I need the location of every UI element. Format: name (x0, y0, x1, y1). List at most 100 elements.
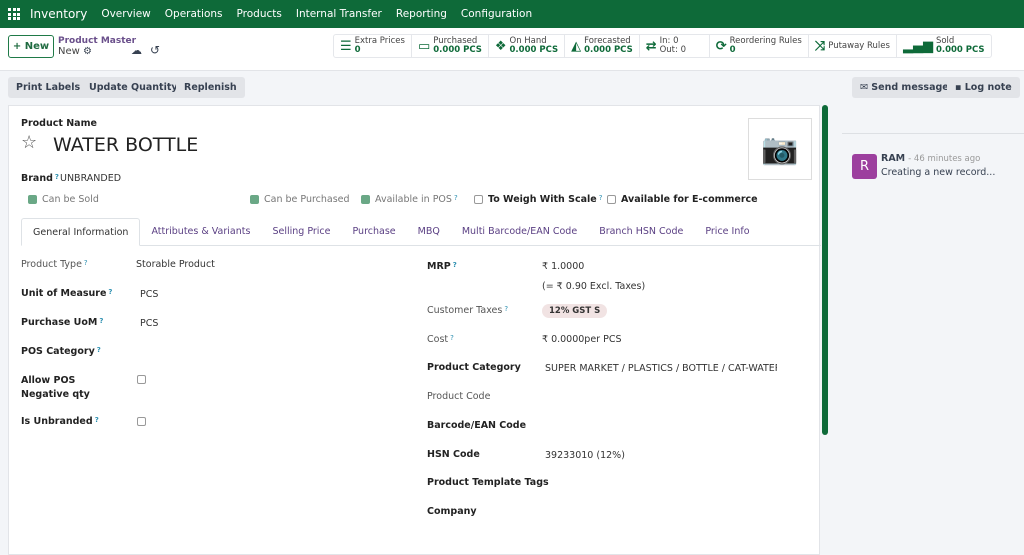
smart-buttons: ☰ Extra Prices 0 ▭ Purchased 0.000 PCS ❖ On H… (333, 34, 992, 58)
form-tabs: General Information Attributes & Variant… (21, 218, 821, 246)
stat-title: Reordering Rules (729, 36, 802, 46)
print-labels-button[interactable]: Print Labels (8, 77, 89, 98)
product-name-label: Product Name (21, 118, 97, 129)
stat-in-out[interactable]: ⇄ In: 0 Out: 0 (640, 35, 710, 57)
product-image-upload[interactable]: 📷 (748, 118, 812, 180)
stat-purchased[interactable]: ▭ Purchased 0.000 PCS (412, 35, 489, 57)
stat-title: Extra Prices (354, 36, 405, 46)
random-icon: ⤨ (814, 38, 826, 54)
divider (842, 133, 1024, 134)
available-for-ecommerce-checkbox[interactable]: Available for E-commerce (607, 194, 758, 205)
tab-price-info[interactable]: Price Info (694, 218, 760, 245)
mrp-label: MRP? (427, 261, 457, 272)
product-category-label: Product Category (427, 362, 521, 373)
update-quantity-button[interactable]: Update Quantity (81, 77, 186, 98)
allow-pos-negative-checkbox[interactable] (137, 375, 146, 384)
mrp-field[interactable]: ₹ 1.0000 (542, 261, 584, 272)
is-unbranded-label: Is Unbranded? (21, 416, 99, 427)
camera-icon: 📷 (761, 131, 799, 167)
can-be-purchased-checkbox[interactable]: Can be Purchased (250, 194, 350, 205)
avatar[interactable]: R (852, 154, 877, 179)
stat-putaway-rules[interactable]: ⤨ Putaway Rules (809, 35, 897, 57)
available-in-pos-checkbox[interactable]: Available in POS? (361, 194, 458, 205)
stat-value: 0.000 PCS (433, 45, 482, 55)
pos-category-label: POS Category? (21, 346, 101, 357)
menu-reporting[interactable]: Reporting (396, 8, 447, 20)
apps-menu-icon[interactable] (8, 8, 20, 20)
can-be-sold-checkbox[interactable]: Can be Sold (28, 194, 99, 205)
purchase-uom-label: Purchase UoM? (21, 317, 104, 328)
stat-extra-prices[interactable]: ☰ Extra Prices 0 (334, 35, 412, 57)
purchase-uom-field[interactable]: PCS (140, 318, 158, 329)
form-sheet: Product Name ☆ WATER BOTTLE 📷 Brand? UNB… (8, 105, 821, 555)
discard-icon[interactable]: ↺ (150, 43, 160, 57)
menu-configuration[interactable]: Configuration (461, 8, 532, 20)
refresh-icon: ⟳ (715, 38, 727, 54)
scrollbar[interactable] (822, 105, 828, 435)
save-cloud-icon[interactable]: ☁ (131, 44, 142, 57)
stat-on-hand[interactable]: ❖ On Hand 0.000 PCS (489, 35, 566, 57)
control-panel: + New Product Master New ⚙ ☁ ↺ ☰ Extra Pr… (0, 28, 1024, 71)
tab-purchase[interactable]: Purchase (342, 218, 407, 245)
breadcrumb-current: New (58, 46, 80, 57)
mrp-excl-taxes: (= ₹ 0.90 Excl. Taxes) (542, 281, 646, 292)
to-weigh-with-scale-checkbox[interactable]: To Weigh With Scale? (474, 194, 602, 205)
area-chart-icon: ◭ (571, 38, 582, 54)
hsn-code-label: HSN Code (427, 449, 480, 460)
stat-value: 0 (354, 45, 361, 55)
top-navbar: Inventory Overview Operations Products I… (0, 0, 1024, 28)
stat-value: 0 (729, 45, 736, 55)
allow-pos-negative-label: Allow POS Negative qty (21, 375, 90, 400)
tab-attributes-variants[interactable]: Attributes & Variants (140, 218, 261, 245)
tab-general-information[interactable]: General Information (21, 218, 141, 246)
menu-products[interactable]: Products (237, 8, 282, 20)
product-code-label: Product Code (427, 391, 491, 402)
chatter: R RAM - 46 minutes ago Creating a new re… (830, 71, 1024, 545)
stat-title: Putaway Rules (828, 40, 890, 51)
stat-value: 0.000 PCS (935, 45, 985, 55)
unit-of-measure-field[interactable]: PCS (140, 289, 158, 300)
product-tags-label: Product Template Tags (427, 477, 549, 488)
menu-internal-transfer[interactable]: Internal Transfer (296, 8, 382, 20)
tab-mbq[interactable]: MBQ (407, 218, 451, 245)
is-unbranded-checkbox[interactable] (137, 417, 146, 426)
brand-field[interactable]: UNBRANDED (60, 173, 121, 184)
signal-icon: ▂▄▆ (902, 38, 933, 54)
product-name-input[interactable]: WATER BOTTLE (53, 134, 198, 156)
tab-multi-barcode[interactable]: Multi Barcode/EAN Code (451, 218, 588, 245)
tab-branch-hsn-code[interactable]: Branch HSN Code (588, 218, 694, 245)
message-header: RAM - 46 minutes ago (881, 153, 980, 164)
product-type-label: Product Type? (21, 259, 88, 270)
unit-of-measure-label: Unit of Measure? (21, 288, 113, 299)
product-category-field[interactable]: SUPER MARKET / PLASTICS / BOTTLE / CAT-W… (545, 363, 777, 374)
tax-tag[interactable]: 12% GST S (542, 304, 608, 318)
tab-selling-price[interactable]: Selling Price (261, 218, 341, 245)
barcode-label: Barcode/EAN Code (427, 420, 527, 431)
star-icon[interactable]: ☆ (21, 132, 37, 153)
replenish-button[interactable]: Replenish (176, 77, 245, 98)
stat-reordering-rules[interactable]: ⟳ Reordering Rules 0 (710, 35, 809, 57)
stat-value: 0.000 PCS (509, 45, 559, 55)
stat-sold[interactable]: ▂▄▆ Sold 0.000 PCS (897, 35, 991, 57)
product-type-field[interactable]: Storable Product (136, 259, 215, 270)
list-icon: ☰ (340, 38, 352, 54)
credit-card-icon: ▭ (417, 38, 431, 54)
gear-icon[interactable]: ⚙ (83, 46, 92, 57)
company-label: Company (427, 506, 477, 517)
cost-label: Cost? (427, 334, 454, 345)
stat-forecasted[interactable]: ◭ Forecasted 0.000 PCS (565, 35, 640, 57)
message-author[interactable]: RAM (881, 153, 905, 164)
breadcrumb-product-master[interactable]: Product Master (58, 36, 136, 46)
menu-overview[interactable]: Overview (101, 8, 150, 20)
message-time: - 46 minutes ago (908, 154, 981, 164)
menu-operations[interactable]: Operations (165, 8, 223, 20)
app-name[interactable]: Inventory (30, 7, 87, 21)
exchange-icon: ⇄ (645, 38, 657, 54)
new-button[interactable]: + New (8, 35, 54, 58)
plus-icon: + (12, 41, 25, 52)
hsn-code-field[interactable]: 39233010 (12%) (545, 450, 625, 461)
brand-label: Brand? (21, 173, 59, 184)
cubes-icon: ❖ (494, 38, 507, 54)
cost-field[interactable]: ₹ 0.0000per PCS (542, 334, 622, 345)
stat-value: 0.000 PCS (584, 45, 633, 55)
